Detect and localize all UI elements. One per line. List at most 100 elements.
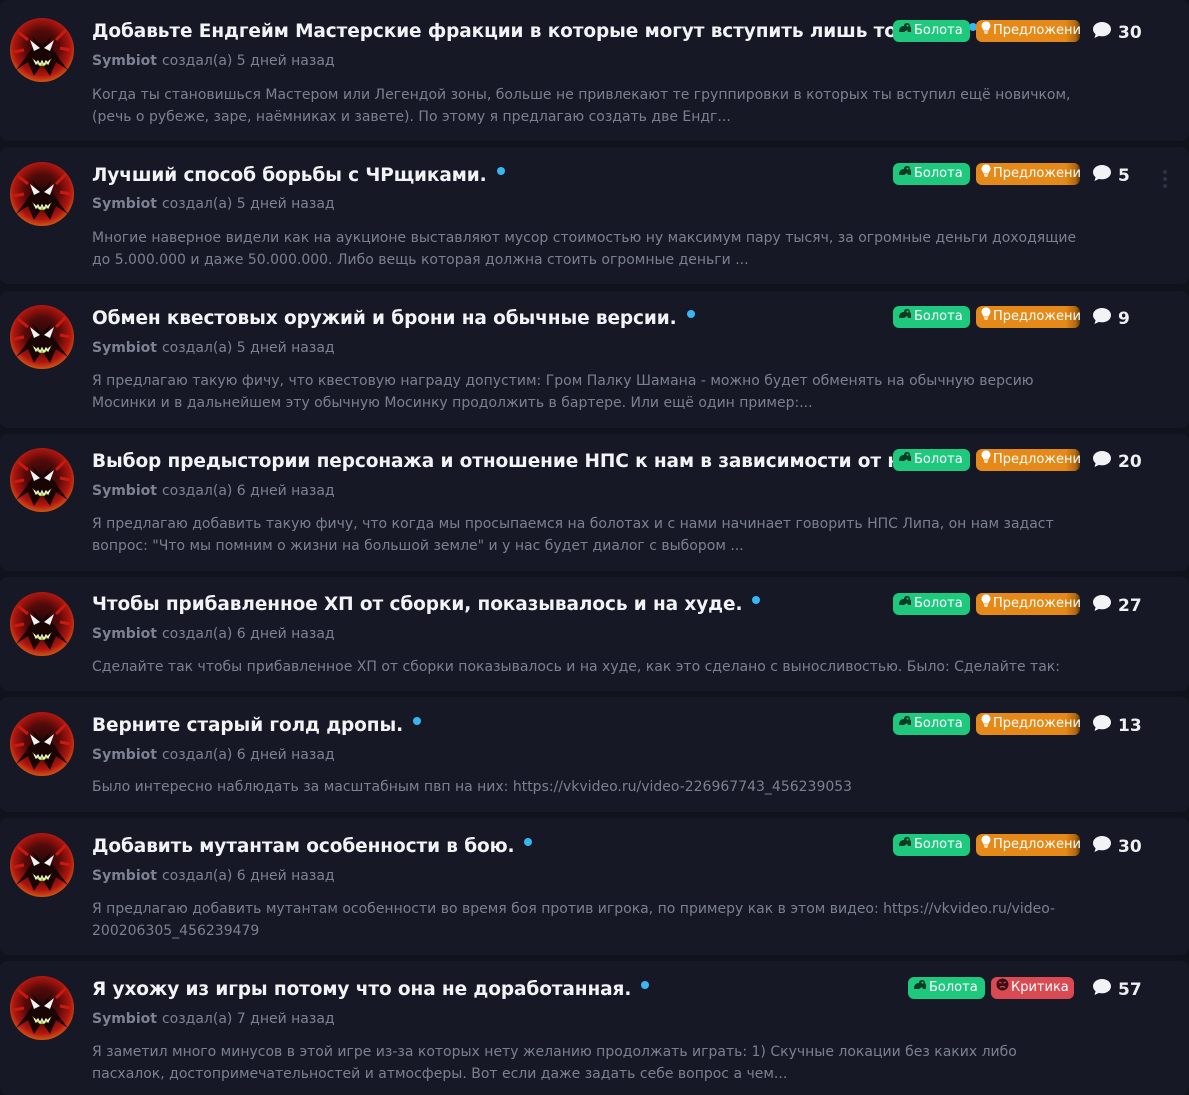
tag-swamp[interactable]: Болота [893,593,970,615]
tag-suggest[interactable]: Предложения [976,449,1080,471]
topic-title[interactable]: Добавить мутантам особенности в бою. [92,836,533,857]
created-time: создал(а) 7 дней назад [161,1011,335,1027]
avatar[interactable] [10,592,74,656]
tag-label: Предложения [993,596,1080,611]
topic-title[interactable]: Лучший способ борьбы с ЧРщиками. [92,165,505,186]
avatar[interactable] [10,162,74,226]
topic-card[interactable]: Чтобы прибавленное ХП от сборки, показыв… [0,577,1189,691]
topic-tags: Болота Предложения [893,834,1080,856]
comment-count[interactable]: 5 [1092,164,1130,187]
created-time: создал(а) 5 дней назад [161,196,335,212]
tag-crit[interactable]: Критика [991,977,1074,999]
comment-count[interactable]: 9 [1092,307,1130,330]
topic-card[interactable]: Обмен квестовых оружий и брони на обычны… [0,291,1189,428]
topic-tags: Болота Предложения [893,163,1080,185]
author-name[interactable]: Symbiot [92,868,157,884]
topic-title-text[interactable]: Обмен квестовых оружий и брони на обычны… [92,308,677,329]
author-name[interactable]: Symbiot [92,483,157,499]
topic-title[interactable]: Верните старый голд дропы. [92,715,422,736]
author-name[interactable]: Symbiot [92,747,157,763]
tag-swamp[interactable]: Болота [893,306,970,328]
topic-card[interactable]: Добавьте Ендгейм Мастерские фракции в ко… [0,0,1189,141]
topic-card[interactable]: Выбор предыстории персонажа и отношение … [0,434,1189,571]
tag-suggest[interactable]: Предложения [976,163,1080,185]
topic-title-text[interactable]: Лучший способ борьбы с ЧРщиками. [92,165,487,186]
topic-meta: Symbiot создал(а) 6 дней назад [92,868,335,884]
topic-excerpt: Было интересно наблюдать за масштабным п… [92,779,853,795]
topic-card[interactable]: Лучший способ борьбы с ЧРщиками. Symbiot с… [0,147,1189,284]
tag-swamp[interactable]: Болота [893,449,970,471]
tag-swamp[interactable]: Болота [893,163,970,185]
topic-tags: Болота Предложения [893,449,1080,471]
topic-excerpt: Я предлагаю такую фичу, что квестовую на… [92,373,1034,411]
unread-dot [413,717,422,725]
comment-count[interactable]: 20 [1092,450,1142,473]
topic-title-text[interactable]: Чтобы прибавленное ХП от сборки, показыв… [92,594,743,615]
topic-meta: Symbiot создал(а) 7 дней назад [92,1011,335,1027]
comment-count[interactable]: 57 [1092,978,1142,1001]
topic-title[interactable]: Чтобы прибавленное ХП от сборки, показыв… [92,594,761,615]
topic-title[interactable]: Я ухожу из игры потому что она не дорабо… [92,979,650,1000]
tag-label: Критика [1011,980,1069,995]
topic-list: Добавьте Ендгейм Мастерские фракции в ко… [0,0,1189,1095]
avatar[interactable] [10,305,74,369]
lightbulb-icon [981,306,991,328]
tag-swamp[interactable]: Болота [893,834,970,856]
frog-icon [898,163,912,185]
avatar[interactable] [10,712,74,776]
created-time: создал(а) 6 дней назад [161,626,335,642]
comment-count[interactable]: 30 [1092,21,1142,44]
topic-title-text[interactable]: Верните старый голд дропы. [92,715,403,736]
topic-title-text[interactable]: Выбор предыстории персонажа и отношение … [92,451,932,472]
tag-label: Предложения [993,166,1080,181]
topic-excerpt: Сделайте так чтобы прибавленное ХП от сб… [92,659,1060,675]
avatar[interactable] [10,833,74,897]
comment-count[interactable]: 30 [1092,835,1142,858]
topic-title[interactable]: Выбор предыстории персонажа и отношение … [92,451,950,472]
topic-title-text[interactable]: Добавьте Ендгейм Мастерские фракции в ко… [92,21,959,42]
topic-excerpt: Я заметил много минусов в этой игре из-з… [92,1044,1017,1082]
tag-suggest[interactable]: Предложения [976,593,1080,615]
avatar[interactable] [10,18,74,82]
topic-tags: Болота Предложения [893,306,1080,328]
tag-suggest[interactable]: Предложения [976,834,1080,856]
comment-count[interactable]: 13 [1092,714,1142,737]
unread-dot [752,596,761,604]
topic-card[interactable]: Добавить мутантам особенности в бою. Symb… [0,818,1189,955]
author-name[interactable]: Symbiot [92,53,157,69]
comment-count-value: 30 [1118,836,1142,857]
tag-suggest[interactable]: Предложения [976,20,1080,42]
lightbulb-icon [981,20,991,42]
author-name[interactable]: Symbiot [92,1011,157,1027]
comment-count-value: 9 [1118,308,1130,329]
comment-count-value: 20 [1118,451,1142,472]
author-name[interactable]: Symbiot [92,196,157,212]
author-name[interactable]: Symbiot [92,340,157,356]
created-time: создал(а) 5 дней назад [161,53,335,69]
lightbulb-icon [981,163,991,185]
topic-title-text[interactable]: Добавить мутантам особенности в бою. [92,836,515,857]
comment-bubble-icon [1092,21,1112,44]
topic-card[interactable]: Верните старый голд дропы. Symbiot создал(… [0,697,1189,812]
tag-label: Предложения [993,309,1080,324]
tag-suggest[interactable]: Предложения [976,713,1080,735]
tag-suggest[interactable]: Предложения [976,306,1080,328]
topic-title[interactable]: Добавьте Ендгейм Мастерские фракции в ко… [92,21,977,42]
topic-tags: Болота Предложения [893,713,1080,735]
tag-swamp[interactable]: Болота [893,20,970,42]
topic-card[interactable]: Я ухожу из игры потому что она не дорабо… [0,961,1189,1095]
avatar[interactable] [10,448,74,512]
kebab-menu-icon[interactable] [1163,170,1169,188]
topic-title-text[interactable]: Я ухожу из игры потому что она не дорабо… [92,979,631,1000]
lightbulb-icon [981,834,991,856]
topic-meta: Symbiot создал(а) 5 дней назад [92,196,335,212]
comment-count-value: 27 [1118,595,1142,616]
avatar[interactable] [10,976,74,1040]
tag-swamp[interactable]: Болота [908,977,985,999]
comment-count[interactable]: 27 [1092,594,1142,617]
comment-bubble-icon [1092,835,1112,858]
author-name[interactable]: Symbiot [92,626,157,642]
topic-title[interactable]: Обмен квестовых оружий и брони на обычны… [92,308,695,329]
tag-label: Предложения [993,716,1080,731]
tag-swamp[interactable]: Болота [893,713,970,735]
